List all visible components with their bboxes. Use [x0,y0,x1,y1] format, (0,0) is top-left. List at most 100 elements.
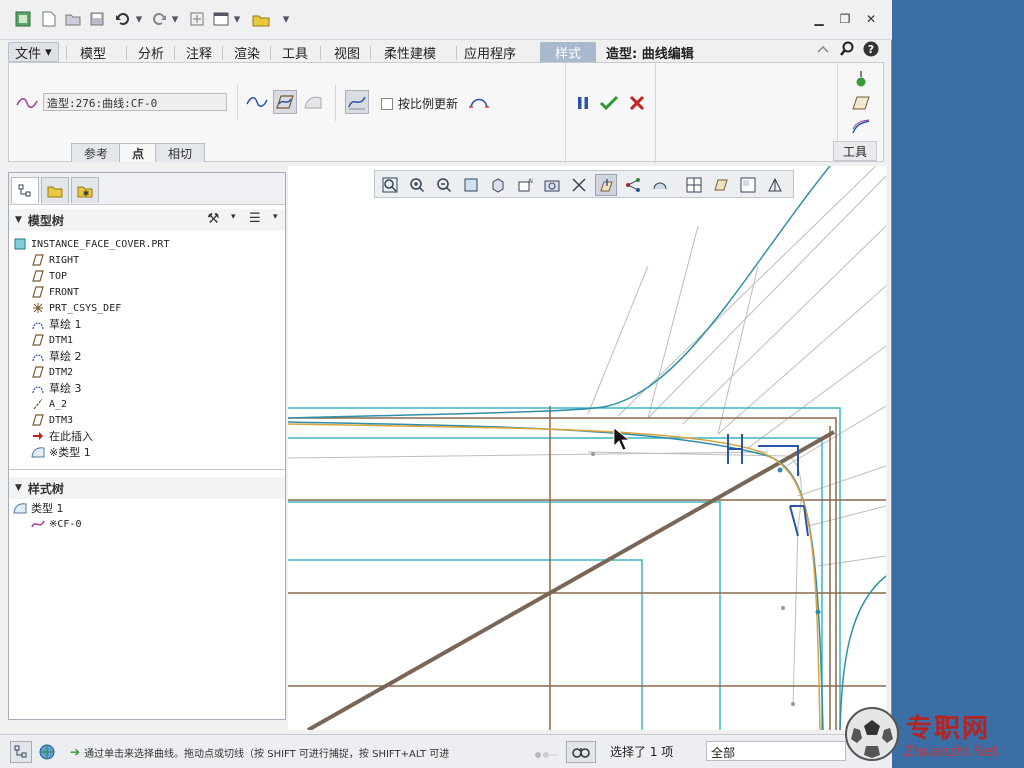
navigator-toggle-icon[interactable] [10,741,32,763]
maximize-icon[interactable]: ❐ [836,10,854,28]
tree-item[interactable]: 在此插入 [31,428,93,444]
zoom-in-icon[interactable] [406,174,428,196]
customize-qa-icon[interactable]: ▾ [280,10,292,28]
save-icon[interactable] [88,10,106,28]
model-viewport[interactable] [288,166,886,730]
model-tree-tab-icon[interactable] [11,177,39,203]
redo-dropdown-icon[interactable]: ▾ [170,10,180,28]
browser-toggle-icon[interactable] [36,741,58,763]
free-curve-icon[interactable] [245,90,269,114]
display-style-icon[interactable] [487,174,509,196]
subtab-references[interactable]: 参考 [71,143,122,162]
tree-item[interactable]: A_2 [31,396,67,412]
search-icon[interactable] [838,40,856,58]
perspective-icon[interactable] [764,174,786,196]
style-tree-root[interactable]: 类型 1 [13,500,64,516]
favorites-tab-icon[interactable]: ✱ [71,177,99,203]
tools-group-label[interactable]: 工具 [833,141,877,161]
view-manager-icon[interactable] [541,174,563,196]
active-plane-display-icon[interactable] [595,174,617,196]
close-window-icon[interactable] [252,10,270,28]
tab-tools[interactable]: 工具 [276,42,314,62]
tree-item[interactable]: 草绘 2 [31,348,82,364]
style-tree-header[interactable]: ▼ 样式树 [9,477,285,499]
collapse-arrow-icon[interactable]: ▼ [15,215,22,225]
tree-columns-dropdown-icon[interactable]: ▾ [273,212,278,222]
tree-item[interactable]: TOP [31,268,67,284]
tree-item[interactable]: FRONT [31,284,79,300]
proportional-update-option[interactable]: 按比例更新 [381,95,458,112]
minimize-icon[interactable]: ▁ [810,10,828,28]
combine-curves-icon[interactable] [467,90,491,114]
subtab-point[interactable]: 点 [119,143,158,162]
curve-on-surface-icon[interactable] [301,90,325,114]
tab-applications[interactable]: 应用程序 [458,42,522,62]
folder-browser-tab-icon[interactable] [41,177,69,203]
zoom-out-icon[interactable] [433,174,455,196]
undo-icon[interactable] [114,10,132,28]
datum-plane-icon [31,269,45,283]
tree-item[interactable]: DTM2 [31,364,73,380]
datum-display-icon[interactable] [568,174,590,196]
accept-check-icon[interactable] [597,91,621,115]
subtab-tangent[interactable]: 相切 [155,143,206,162]
section-view-icon[interactable] [737,174,759,196]
appearance-icon[interactable] [649,174,671,196]
new-file-icon[interactable] [40,10,58,28]
tree-item[interactable]: RIGHT [31,252,79,268]
view-toolbar: AB [374,170,794,198]
tab-analysis[interactable]: 分析 [132,42,170,62]
open-file-icon[interactable] [64,10,82,28]
tab-view[interactable]: 视图 [328,42,366,62]
curve-name-field[interactable]: 造型:276:曲线:CF-0 [43,93,227,111]
single-view-icon[interactable] [683,174,705,196]
tab-annotate[interactable]: 注释 [180,42,218,62]
refit-icon[interactable] [379,174,401,196]
redo-icon[interactable] [150,10,168,28]
svg-text:AB: AB [528,178,533,185]
tree-item-label: DTM3 [49,414,74,426]
selection-filter[interactable]: 全部 [706,741,846,761]
proportional-update-checkbox[interactable] [381,97,393,110]
repaint-icon[interactable] [460,174,482,196]
tree-item[interactable]: 草绘 1 [31,316,82,332]
pause-icon[interactable] [571,91,595,115]
tree-root-part[interactable]: INSTANCE_FACE_COVER.PRT [13,236,169,252]
tree-settings-dropdown-icon[interactable]: ▾ [231,212,236,222]
tab-flexible-modeling[interactable]: 柔性建模 [378,42,442,62]
node-display-icon[interactable] [622,174,644,196]
tree-item-label: 在此插入 [49,430,93,443]
sketch-view-icon[interactable] [710,174,732,196]
tree-item[interactable]: DTM3 [31,412,73,428]
help-icon[interactable]: ? [862,40,880,58]
curve-info-icon[interactable] [849,67,873,91]
saved-orientations-icon[interactable]: AB [514,174,536,196]
tab-model[interactable]: 模型 [74,42,112,62]
cancel-x-icon[interactable] [625,91,649,115]
tree-item[interactable]: 草绘 3 [31,380,82,396]
tab-style[interactable]: 样式 [540,42,596,62]
style-settings-icon[interactable] [849,115,873,139]
graphics-window[interactable]: AB [288,166,886,730]
close-icon[interactable]: ✕ [862,10,880,28]
undo-dropdown-icon[interactable]: ▾ [134,10,144,28]
collapse-arrow-icon[interactable]: ▼ [15,483,22,493]
tree-settings-icon[interactable]: ⚒ [207,211,220,227]
tree-columns-icon[interactable]: ☰ [249,211,261,226]
tree-item[interactable]: PRT_CSYS_DEF [31,300,121,316]
collapse-ribbon-icon[interactable] [814,40,832,58]
planar-curve-icon[interactable] [273,90,297,114]
style-tree-curve[interactable]: ※CF-0 [31,516,81,532]
curve-analysis-icon[interactable] [345,90,369,114]
tree-item[interactable]: ※类型 1 [31,444,91,460]
tab-render[interactable]: 渲染 [228,42,266,62]
tree-item[interactable]: DTM1 [31,332,73,348]
active-plane-icon[interactable] [849,91,873,115]
model-tree-header[interactable]: ▼ 模型树 ⚒ ▾ ☰ ▾ [9,209,285,231]
windows-dropdown-icon[interactable]: ▾ [232,10,242,28]
message-arrow-icon: ➔ [70,745,81,759]
file-menu[interactable]: 文件 ▾ [8,42,59,62]
regenerate-icon[interactable] [188,10,206,28]
find-icon[interactable] [566,741,596,763]
windows-icon[interactable] [212,10,230,28]
